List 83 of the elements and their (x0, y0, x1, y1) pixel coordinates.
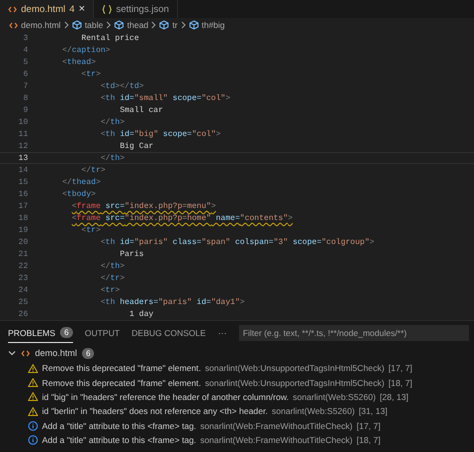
problem-count-badge: 6 (82, 348, 94, 358)
cube-icon (188, 20, 199, 30)
line-number: 4 (22, 45, 29, 55)
code-brackets-icon (21, 350, 30, 356)
chevron-right-icon (151, 21, 156, 29)
code-line: <th id="big" scope="col"> (100, 129, 221, 139)
line-number: 14 (17, 165, 29, 175)
line-number: 18 (17, 213, 29, 223)
line-number: 21 (17, 249, 29, 259)
code-line: <tr> (80, 225, 101, 235)
line-number: 5 (22, 57, 29, 67)
code-line: Small car (118, 105, 164, 115)
problem-item[interactable]: id "berlin" in "headers" does not reference any <th> header. sonarlint(Web:S5260) [31, 13] (0, 404, 474, 419)
filter-field[interactable]: Filter (e.g. text, **/*.ts, !**/node_modules/**) (238, 325, 469, 341)
cube-icon (114, 20, 124, 30)
code-line: </tr> (100, 273, 125, 283)
code-line: <th id="small" scope="col"> (100, 93, 230, 103)
more-actions[interactable]: ··· (218, 328, 227, 338)
line-number: 10 (17, 117, 29, 127)
file-name: demo.html (35, 348, 78, 358)
chevron-right-icon (106, 21, 112, 29)
line-number: 22 (17, 261, 29, 271)
problem-item[interactable]: Add a "title" attribute to this <frame> tag. sonarlint(Web:FrameWithoutTitleCheck) [18, 7] (0, 432, 474, 448)
line-number: 17 (17, 201, 29, 211)
problem-count-badge: 6 (60, 327, 73, 338)
problem-item[interactable]: Add a "title" attribute to this <frame> tag. sonarlint(Web:FrameWithoutTitleCheck) [17, 7] (0, 418, 474, 433)
line-number: 19 (17, 225, 29, 235)
line-number: 3 (22, 33, 29, 43)
code-line: </th> (100, 117, 125, 127)
code-line: <th id="paris" class="span" colspan="3" scope="colgroup"> (100, 237, 374, 247)
code-line: </th> (100, 261, 125, 271)
code-line: <thead> (61, 57, 96, 67)
line-number: 13 (17, 153, 29, 163)
code-line: <tr> (80, 69, 101, 79)
problem-item[interactable]: id "big" in "headers" reference the header of another column/row. sonarlint(Web:S5260) [28, 13] (0, 390, 474, 404)
code-line: <th headers="paris" id="day1"> (100, 297, 245, 307)
problem-count: 4 (69, 4, 75, 14)
line-number: 11 (17, 129, 29, 139)
code-line: <tr> (100, 285, 120, 295)
code-line: <td></td> (100, 81, 144, 91)
code-line: Rental price (80, 33, 140, 43)
code-brackets-icon (8, 6, 17, 12)
line-number: 25 (17, 297, 29, 307)
line-number: 9 (22, 105, 29, 115)
code-line: Big Car (118, 141, 154, 151)
code-line: <frame src="index.php?p=menu"> (70, 201, 216, 211)
cube-icon (72, 20, 82, 30)
cube-icon (159, 20, 170, 30)
code-line: </tr> (80, 165, 106, 175)
code-line: </thead> (61, 177, 101, 187)
code-line: Paris (118, 249, 144, 259)
chevron-right-icon (64, 21, 69, 29)
line-number: 20 (17, 237, 29, 247)
curly-braces-icon (102, 4, 112, 14)
line-number: 7 (22, 81, 29, 91)
line-number: 6 (22, 69, 29, 79)
code-brackets-icon (9, 22, 18, 28)
panel-tab[interactable]: OUTPUT (84, 324, 120, 342)
line-number: 15 (17, 177, 29, 187)
code-line: </caption> (61, 45, 110, 55)
code-line: 1 day (128, 309, 154, 319)
line-number: 16 (17, 189, 29, 199)
line-number: 23 (17, 273, 29, 283)
close-icon[interactable]: × (78, 3, 86, 15)
line-number: 26 (17, 309, 29, 319)
breadcrumb-item[interactable]: demo.html (21, 20, 61, 30)
editor-tab[interactable]: demo.html 4 × (0, 0, 94, 18)
code-line: </th> (100, 153, 125, 163)
breadcrumb-item[interactable]: thead (127, 20, 148, 30)
panel-tab[interactable]: PROBLEMS 6 (8, 324, 73, 342)
problem-item[interactable]: Remove this deprecated "frame" element. sonarlint(Web:UnsupportedTagsInHtml5Check) [17, 7] (0, 361, 474, 376)
chevron-right-icon (180, 21, 186, 29)
problem-item[interactable]: Remove this deprecated "frame" element. sonarlint(Web:UnsupportedTagsInHtml5Check) [18, 7] (0, 375, 474, 390)
file-tree-item[interactable]: demo.html 6 (0, 345, 474, 361)
code-line: <tbody> (61, 189, 96, 199)
breadcrumb-item[interactable]: th#big (202, 20, 225, 30)
line-number: 8 (22, 93, 29, 103)
line-number: 24 (17, 285, 29, 295)
breadcrumb-item[interactable]: table (84, 20, 104, 30)
line-number: 12 (17, 141, 29, 151)
panel-tab[interactable]: DEBUG CONSOLE (132, 324, 206, 342)
breadcrumb-item[interactable]: tr (172, 20, 178, 30)
code-line: <frame src="index.php?p=home" name="contents"> (70, 213, 293, 223)
